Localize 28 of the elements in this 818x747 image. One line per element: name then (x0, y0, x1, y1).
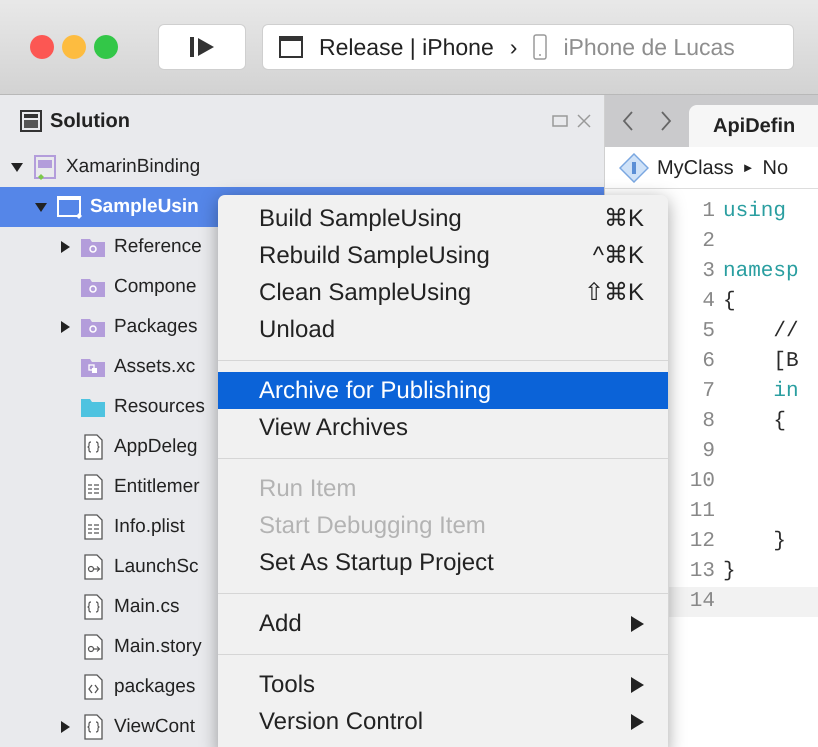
code-line: in (772, 380, 799, 403)
line-number: 14 (669, 587, 723, 617)
code-line: namesp (723, 260, 799, 283)
code-line: using (723, 200, 786, 223)
line-number: 4 (701, 289, 716, 315)
code-line: } (723, 560, 736, 583)
breadcrumb-separator: ► (742, 158, 755, 177)
line-number: 7 (701, 379, 716, 405)
breadcrumb-separator: › (510, 32, 518, 62)
code-line: { (723, 290, 736, 313)
line-number: 1 (701, 199, 716, 225)
code-line: // (772, 320, 799, 343)
line-number: 9 (701, 439, 716, 465)
line-number: 8 (701, 409, 716, 435)
build-configuration: Release | iPhone (319, 32, 494, 62)
line-number: 13 (688, 559, 716, 585)
line-number: 5 (701, 319, 716, 345)
code-line: [B (772, 350, 799, 373)
line-number: 6 (701, 349, 716, 375)
device-name: iPhone de Lucas (563, 32, 735, 62)
line-number: 10 (688, 469, 716, 495)
code-line: { (772, 410, 786, 433)
line-number: 2 (701, 229, 716, 255)
line-number: 3 (701, 259, 716, 285)
code-line: } (772, 530, 786, 553)
line-number: 11 (688, 499, 716, 525)
line-number: 12 (688, 529, 716, 555)
pad-title: Solution (50, 109, 130, 134)
